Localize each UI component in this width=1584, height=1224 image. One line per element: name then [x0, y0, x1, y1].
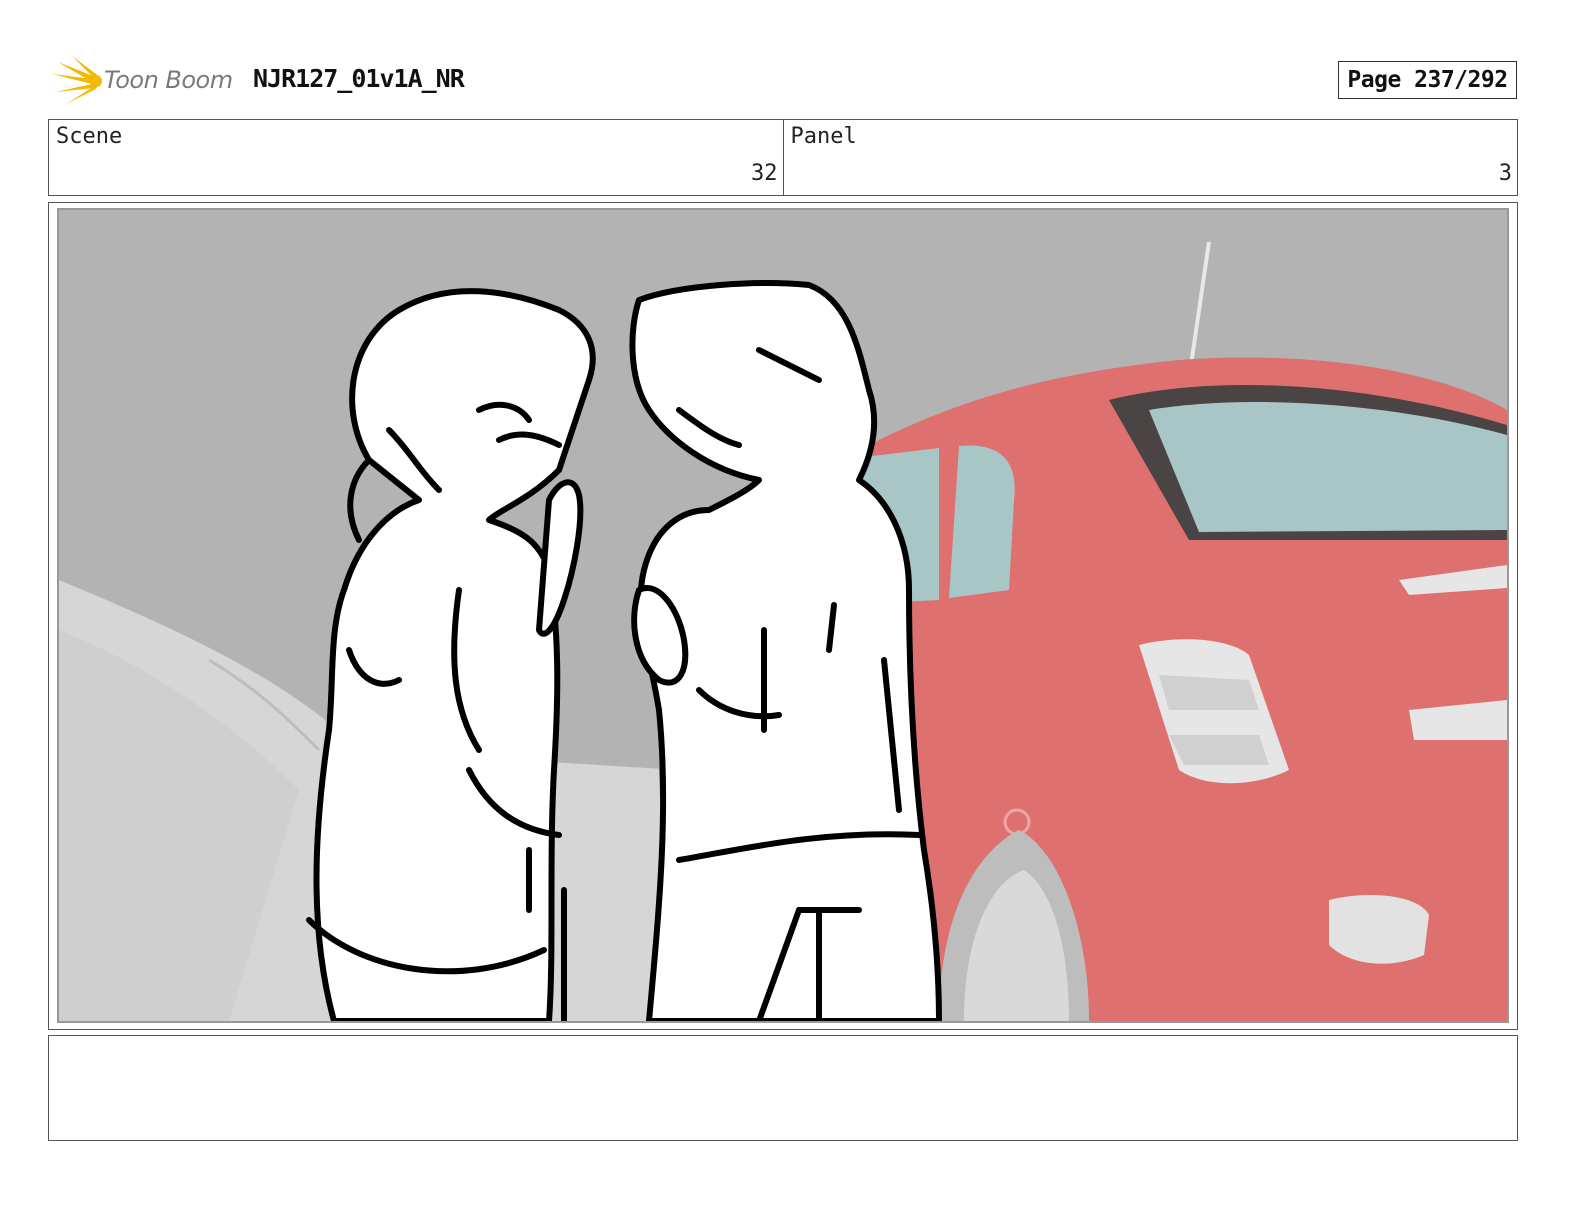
scene-number: 32: [751, 161, 778, 186]
panel-number: 3: [1498, 161, 1512, 186]
scene-panel-row: Scene 32 Panel 3: [48, 119, 1518, 196]
project-title: NJR127_01v1A_NR: [253, 64, 465, 93]
logo-wordmark: Toon Boom: [104, 66, 233, 94]
scene-label: Scene: [56, 124, 123, 149]
page-indicator: Page 237/292: [1338, 61, 1517, 99]
storyboard-sketch: [59, 210, 1507, 1021]
action-notes: [48, 1035, 1518, 1141]
panel-image: [57, 208, 1509, 1023]
panel-label: Panel: [790, 124, 857, 149]
scene-cell: Scene 32: [49, 120, 783, 195]
panel-cell: Panel 3: [782, 120, 1518, 195]
